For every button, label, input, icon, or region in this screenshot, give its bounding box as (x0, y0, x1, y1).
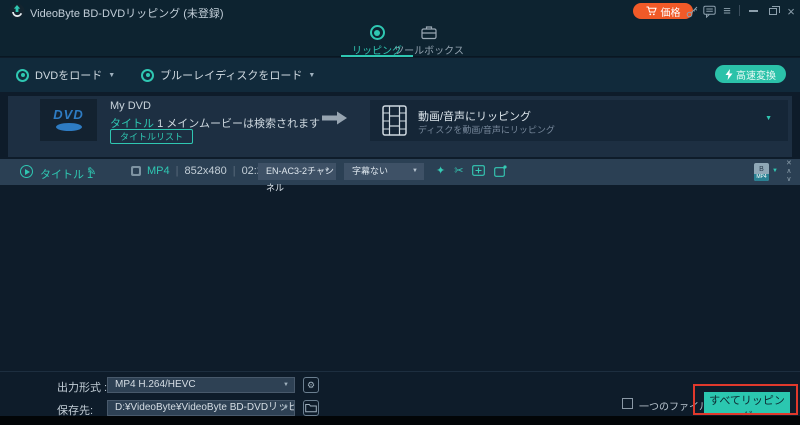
header: VideoByte BD-DVDリッピング (未登録) 価格 (0, 0, 800, 57)
lightning-icon (725, 69, 733, 80)
bottom-black-bar (0, 416, 800, 425)
compress-icon[interactable] (472, 165, 485, 176)
app-title: VideoByte BD-DVDリッピング (未登録) (30, 5, 224, 21)
format-badge-letter: B (759, 165, 764, 174)
dvd-thumbnail: DVD (40, 99, 97, 141)
rip-mode-title: 動画/音声にリッピング (418, 108, 531, 124)
dvd-disc-icon (16, 69, 29, 82)
rip-mode-dropdown-icon[interactable]: ▼ (765, 115, 772, 122)
dvd-logo: DVD (53, 109, 83, 121)
title-list-button[interactable]: タイトルリスト (110, 129, 193, 144)
output-format-value: MP4 H.264/HEVC (115, 379, 196, 390)
register-key-icon[interactable] (684, 3, 700, 19)
load-bluray-label: ブルーレイディスクをロード (160, 67, 302, 83)
folder-icon (305, 403, 317, 413)
bluray-disc-icon (141, 69, 154, 82)
video-file-icon (131, 166, 141, 176)
media-resolution: 852x480 (184, 165, 226, 177)
maximize-icon (769, 8, 777, 15)
load-dvd-button[interactable]: DVDをロード ▼ (16, 67, 115, 83)
disc-name: My DVD (110, 100, 151, 112)
remove-title-icon[interactable]: ✕ (786, 160, 792, 168)
rip-mode-panel[interactable]: 動画/音声にリッピング ディスクを動画/音声にリッピング ▼ (370, 100, 788, 141)
title-label: タイトル 1 (40, 166, 93, 182)
scroll-down-icon[interactable]: ∨ (786, 176, 791, 184)
enhance-icon[interactable] (494, 165, 507, 177)
separator: | (233, 165, 236, 177)
output-format-select[interactable]: MP4 H.264/HEVC ▼ (107, 377, 295, 393)
app-window: VideoByte BD-DVDリッピング (未登録) 価格 (0, 0, 800, 425)
load-bluray-dropdown-icon[interactable]: ▼ (308, 72, 315, 79)
titlebar-separator (739, 5, 740, 16)
load-dvd-label: DVDをロード (35, 67, 102, 83)
titlebar: VideoByte BD-DVDリッピング (未登録) 価格 (0, 0, 800, 22)
feedback-icon[interactable] (701, 3, 717, 19)
flow-arrow-icon (322, 111, 348, 125)
media-format: MP4 (147, 165, 170, 177)
disc-info-card: DVD My DVD タイトル 1 メインムービーは検索されます タイトルリスト (8, 96, 792, 157)
subtitle-track-value: 字幕ない (352, 166, 388, 176)
close-button[interactable]: × (783, 3, 799, 19)
audio-track-select[interactable]: EN-AC3-2チャンネル ▼ (258, 163, 336, 180)
dvd-disc-shape (56, 123, 82, 131)
tab-toolbox[interactable]: ツールボックス (398, 25, 460, 57)
scroll-up-icon[interactable]: ∧ (786, 168, 791, 176)
minimize-icon (749, 10, 758, 12)
save-path-dropdown-icon: ▼ (283, 401, 289, 415)
rip-all-button[interactable]: すべてリッピング (704, 392, 790, 413)
open-folder-button[interactable] (303, 400, 319, 416)
subtitle-track-select[interactable]: 字幕ない ▼ (344, 163, 424, 180)
subtitle-dropdown-icon: ▼ (412, 163, 418, 180)
play-preview-icon[interactable] (20, 165, 33, 178)
bottom-separator (0, 371, 800, 372)
output-format-label: 出力形式 : (57, 379, 107, 395)
format-badge-dropdown-icon[interactable]: ▼ (772, 168, 778, 174)
rename-icon[interactable]: ✎ (87, 165, 96, 178)
active-tab-underline (341, 55, 413, 57)
cut-icon[interactable]: ✂ (454, 164, 463, 177)
load-bluray-button[interactable]: ブルーレイディスクをロード ▼ (141, 67, 315, 83)
toolbox-icon (421, 25, 437, 40)
merge-checkbox[interactable] (622, 398, 633, 409)
ripping-disc-icon (370, 25, 385, 40)
format-badge-label: MP4 (754, 174, 769, 181)
title-row: タイトル 1 ✎ MP4 | 852x480 | 02:28:00 EN-AC3… (0, 159, 800, 185)
fast-convert-button[interactable]: 高速変換 (715, 65, 786, 83)
load-toolbar: DVDをロード ▼ ブルーレイディスクをロード ▼ 高速変換 (0, 58, 800, 92)
save-path-value: D:¥VideoByte¥VideoByte BD-DVDリッピング¥Rippe… (115, 402, 295, 413)
edit-tools: ✦ ✂ (436, 164, 507, 177)
app-logo-icon (9, 3, 25, 19)
load-dvd-dropdown-icon[interactable]: ▼ (108, 72, 115, 79)
cart-icon (646, 6, 657, 16)
minimize-button[interactable] (745, 3, 761, 19)
rip-mode-subtitle: ディスクを動画/音声にリッピング (418, 123, 555, 136)
gear-icon: ⚙ (307, 378, 315, 392)
maximize-button[interactable] (765, 3, 781, 19)
price-label: 価格 (661, 4, 681, 19)
profile-settings-button[interactable]: ⚙ (303, 377, 319, 393)
output-format-badge[interactable]: B MP4 (754, 163, 769, 181)
audio-dropdown-icon: ▼ (324, 163, 330, 180)
fast-convert-label: 高速変換 (736, 67, 776, 82)
save-path-select[interactable]: D:¥VideoByte¥VideoByte BD-DVDリッピング¥Rippe… (107, 400, 295, 416)
effect-icon[interactable]: ✦ (436, 164, 445, 177)
separator: | (176, 165, 179, 177)
output-format-dropdown-icon: ▼ (283, 378, 289, 392)
list-controls: ✕ ∧ ∨ (786, 160, 792, 184)
film-strip-icon (382, 105, 407, 136)
menu-icon[interactable]: ≡ (719, 3, 735, 19)
